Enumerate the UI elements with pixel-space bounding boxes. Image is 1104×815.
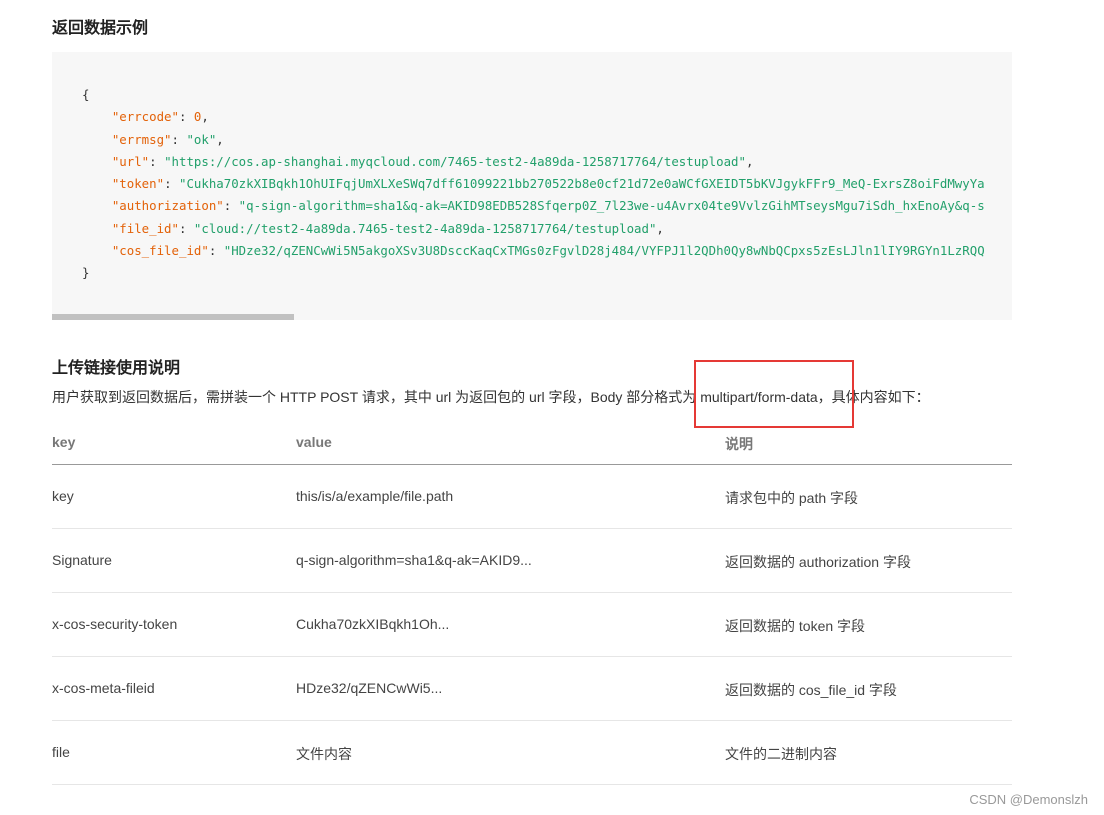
json-value: "cloud://test2-4a89da.7465-test2-4a89da-… <box>193 220 657 236</box>
json-key: "cos_file_id" <box>111 243 209 259</box>
json-key: "authorization" <box>111 198 224 214</box>
json-key: "file_id" <box>111 220 179 236</box>
json-key: "token" <box>111 176 165 192</box>
cell-key: x-cos-security-token <box>52 616 178 632</box>
cell-description: 请求包中的 path 字段 <box>725 490 859 506</box>
cell-description: 返回数据的 token 字段 <box>725 618 866 634</box>
code-block: { "errcode": 0, "errmsg": "ok", "url": "… <box>52 52 1012 314</box>
json-value: "q-sign-algorithm=sha1&q-ak=AKID98EDB528… <box>238 198 985 214</box>
code-line: "url": "https://cos.ap-shanghai.myqcloud… <box>111 153 754 169</box>
json-key: "errmsg" <box>111 131 172 147</box>
cell-key: file <box>52 744 70 760</box>
table-row: x-cos-security-token Cukha70zkXIBqkh1Oh.… <box>52 593 1012 657</box>
params-table: key value 说明 key this/is/a/example/file.… <box>52 424 1012 785</box>
table-row: file 文件内容 文件的二进制内容 <box>52 721 1012 785</box>
json-comma: , <box>745 153 754 169</box>
cell-key: key <box>52 488 74 504</box>
cell-description: 返回数据的 authorization 字段 <box>725 554 911 570</box>
json-comma: , <box>201 109 209 125</box>
cell-description: 返回数据的 cos_file_id 字段 <box>725 682 897 698</box>
json-value: "Cukha70zkXIBqkh1OhUIFqjUmXLXeSWq7dff610… <box>178 176 985 192</box>
cell-key: x-cos-meta-fileid <box>52 680 155 696</box>
code-line: "token": "Cukha70zkXIBqkh1OhUIFqjUmXLXeS… <box>111 176 985 192</box>
json-value: "https://cos.ap-shanghai.myqcloud.com/74… <box>164 153 746 169</box>
cell-value: HDze32/qZENCwWi5... <box>296 680 443 696</box>
code-line: "authorization": "q-sign-algorithm=sha1&… <box>111 198 985 214</box>
table-header: key value 说明 <box>52 424 1012 465</box>
code-line: "cos_file_id": "HDze32/qZENCwWi5N5akgoXS… <box>111 243 985 259</box>
code-close-brace: } <box>82 265 90 281</box>
json-comma: , <box>216 131 224 147</box>
json-key: "errcode" <box>111 109 179 125</box>
cell-value: this/is/a/example/file.path <box>296 488 454 504</box>
highlight-annotation-box <box>694 360 854 428</box>
json-value: "ok" <box>186 131 217 147</box>
cell-value: 文件内容 <box>296 746 352 762</box>
cell-key: Signature <box>52 552 112 568</box>
upload-usage-title: 上传链接使用说明 <box>52 360 181 377</box>
cell-value: Cukha70zkXIBqkh1Oh... <box>296 616 450 632</box>
table-row: Signature q-sign-algorithm=sha1&q-ak=AKI… <box>52 529 1012 593</box>
header-description: 说明 <box>725 436 753 452</box>
code-line: "errcode": 0, <box>111 109 209 125</box>
response-example-title: 返回数据示例 <box>52 20 149 37</box>
json-value: "HDze32/qZENCwWi5N5akgoXSv3U8DsccKaqCxTM… <box>223 243 985 259</box>
table-row: key this/is/a/example/file.path 请求包中的 pa… <box>52 465 1012 529</box>
json-code: { "errcode": 0, "errmsg": "ok", "url": "… <box>82 84 985 285</box>
json-comma: , <box>656 220 664 236</box>
header-key: key <box>52 434 76 450</box>
watermark: CSDN @Demonslzh <box>969 792 1088 807</box>
cell-description: 文件的二进制内容 <box>725 746 837 762</box>
horizontal-scrollbar[interactable] <box>52 314 1012 320</box>
json-key: "url" <box>111 153 150 169</box>
code-open-brace: { <box>82 87 90 102</box>
table-row: x-cos-meta-fileid HDze32/qZENCwWi5... 返回… <box>52 657 1012 721</box>
code-line: "errmsg": "ok", <box>111 131 224 147</box>
code-line: "file_id": "cloud://test2-4a89da.7465-te… <box>111 220 664 236</box>
header-value: value <box>296 434 332 450</box>
cell-value: q-sign-algorithm=sha1&q-ak=AKID9... <box>296 552 532 568</box>
scrollbar-thumb[interactable] <box>52 314 294 320</box>
